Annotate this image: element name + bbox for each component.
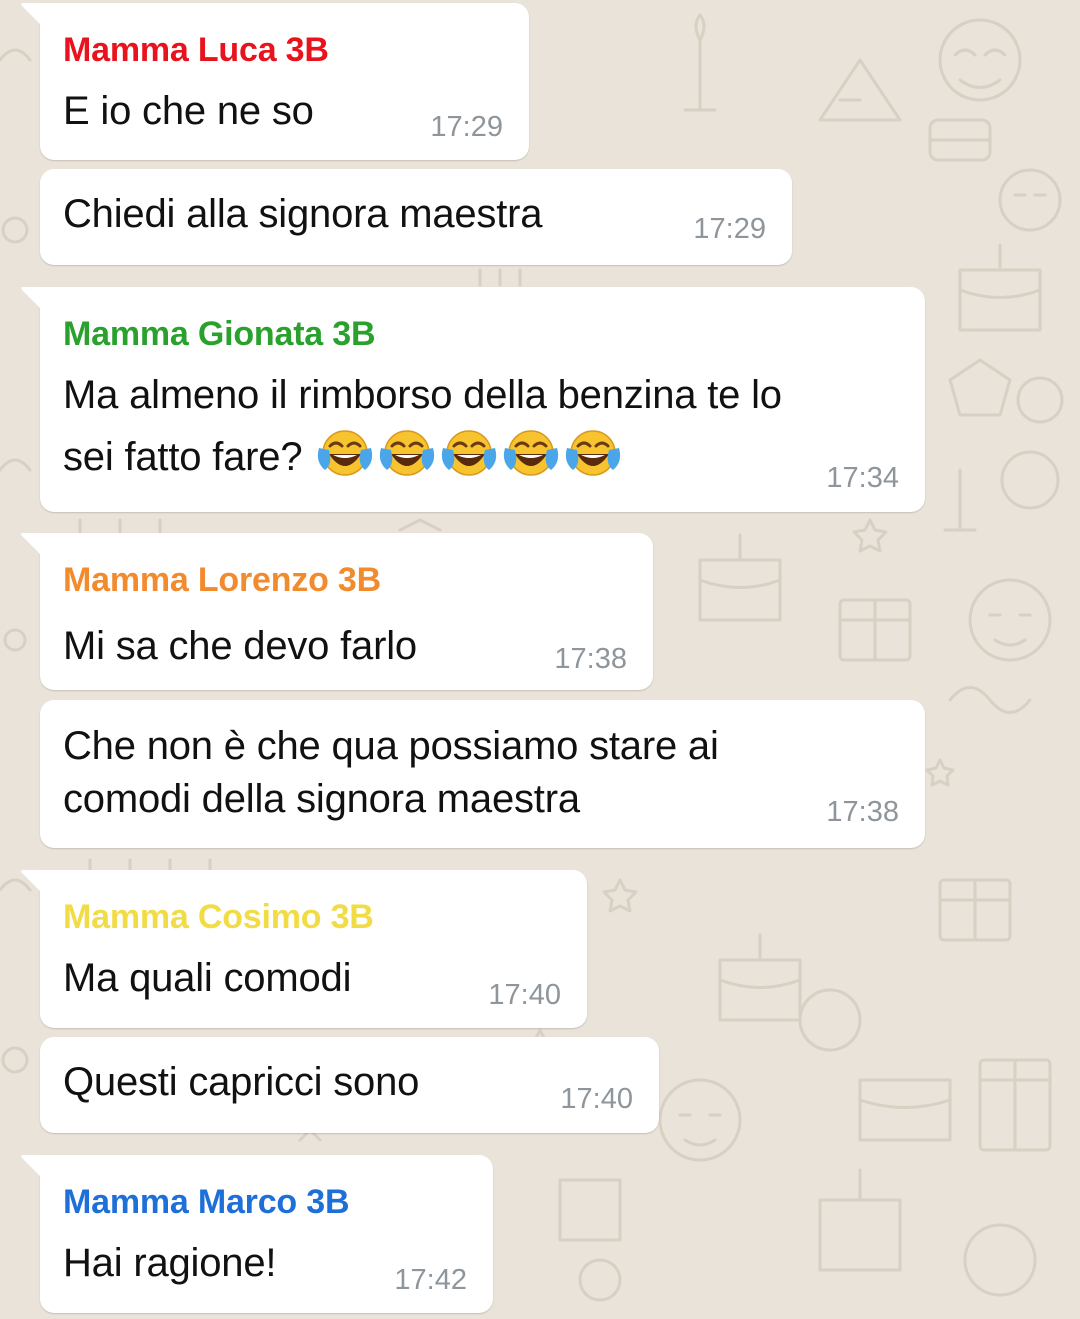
message-bubble[interactable]: Mamma Marco 3B Hai ragione! 17:42 (21, 1155, 493, 1313)
sender-name[interactable]: Mamma Cosimo 3B (63, 898, 374, 937)
sender-name[interactable]: Mamma Luca 3B (63, 31, 329, 70)
message-text: Ma quali comodi (63, 956, 352, 1000)
message-text: Questi capricci sono (63, 1060, 420, 1104)
bubble-tail (21, 533, 41, 555)
bubble-tail (21, 3, 41, 25)
message-text-line-2: sei fatto fare? (63, 426, 623, 486)
message-time: 17:29 (430, 111, 503, 143)
message-time: 17:40 (560, 1083, 633, 1115)
sender-name[interactable]: Mamma Marco 3B (63, 1183, 350, 1222)
message-bubble[interactable]: Questi capricci sono 17:40 (40, 1037, 659, 1133)
message-text-line-2: comodi della signora maestra (63, 777, 580, 821)
message-bubble[interactable]: Chiedi alla signora maestra 17:29 (40, 169, 792, 265)
emoji-group (313, 430, 623, 479)
message-time: 17:34 (826, 462, 899, 494)
bubble-tail (21, 1155, 41, 1177)
bubble-tail (21, 287, 41, 309)
bubble-tail (21, 870, 41, 892)
chat-messages: Mamma Luca 3B E io che ne so 17:29 Chied… (0, 0, 1080, 1319)
message-time: 17:38 (554, 643, 627, 675)
face-with-tears-of-joy-icon (504, 430, 559, 476)
message-bubble[interactable]: Mamma Gionata 3B Ma almeno il rimborso d… (21, 287, 925, 512)
face-with-tears-of-joy-icon (566, 430, 621, 476)
face-with-tears-of-joy-icon (318, 430, 373, 476)
message-text: Chiedi alla signora maestra (63, 192, 543, 236)
message-text-line-1: Ma almeno il rimborso della benzina te l… (63, 373, 782, 417)
message-time: 17:38 (826, 796, 899, 828)
sender-name[interactable]: Mamma Lorenzo 3B (63, 561, 381, 600)
message-text: Mi sa che devo farlo (63, 624, 417, 668)
message-text: E io che ne so (63, 89, 314, 133)
message-bubble[interactable]: Mamma Lorenzo 3B Mi sa che devo farlo 17… (21, 533, 653, 690)
message-bubble[interactable]: Mamma Cosimo 3B Ma quali comodi 17:40 (21, 870, 587, 1028)
message-bubble[interactable]: Mamma Luca 3B E io che ne so 17:29 (21, 3, 529, 160)
sender-name[interactable]: Mamma Gionata 3B (63, 315, 376, 354)
message-time: 17:29 (693, 213, 766, 245)
face-with-tears-of-joy-icon (380, 430, 435, 476)
message-bubble[interactable]: Che non è che qua possiamo stare ai como… (40, 700, 925, 848)
message-time: 17:40 (488, 979, 561, 1011)
message-time: 17:42 (394, 1264, 467, 1296)
message-text-line-1: Che non è che qua possiamo stare ai (63, 724, 719, 768)
face-with-tears-of-joy-icon (442, 430, 497, 476)
message-text: Hai ragione! (63, 1241, 277, 1285)
